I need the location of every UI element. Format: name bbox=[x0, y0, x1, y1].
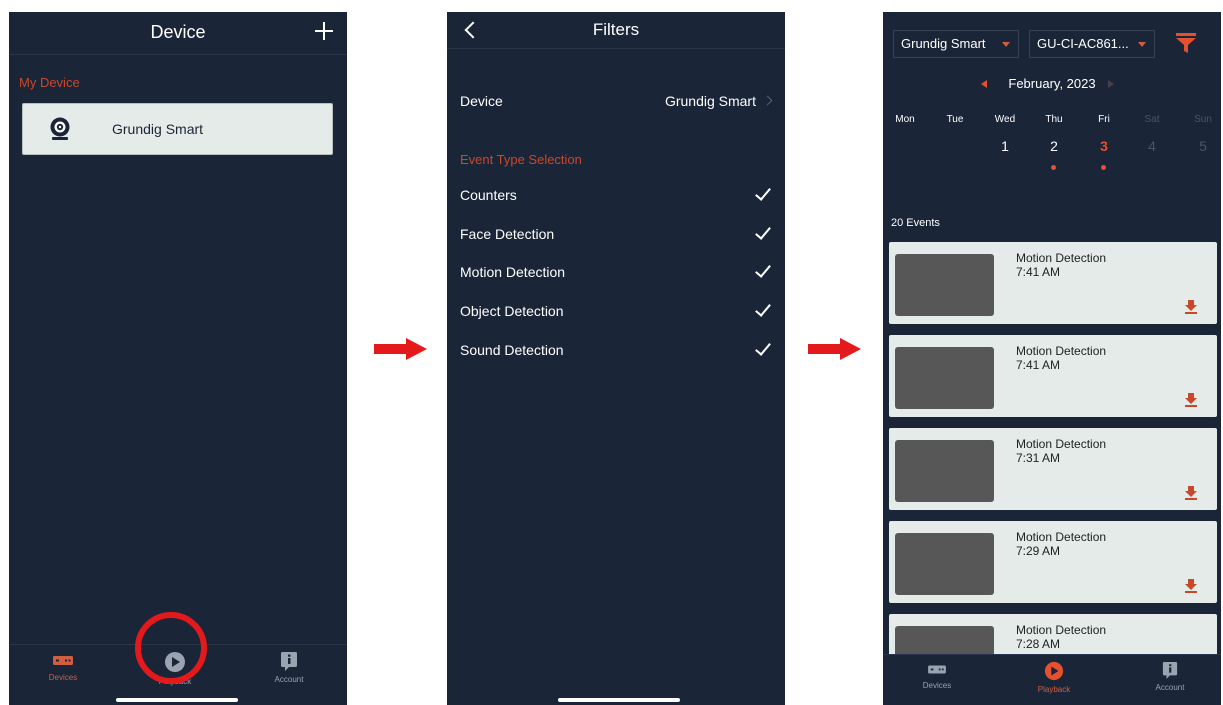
event-thumbnail[interactable] bbox=[895, 254, 994, 316]
weekday-label: Fri bbox=[1098, 114, 1110, 125]
device-card[interactable]: Grundig Smart bbox=[22, 103, 333, 155]
event-title: Motion Detection bbox=[1016, 530, 1107, 544]
chevron-right-icon bbox=[762, 95, 773, 106]
tab-bar: Devices Playback Account bbox=[883, 654, 1221, 705]
weekday-label: Mon bbox=[895, 114, 915, 125]
event-title: Motion Detection bbox=[1016, 251, 1107, 265]
event-count: 20 Events bbox=[891, 217, 940, 229]
event-card[interactable]: Motion Detection 7:41 AM bbox=[889, 242, 1217, 324]
event-type-label: Object Detection bbox=[460, 303, 564, 319]
device-screen: Device My Device Grundig Smart Devices P… bbox=[9, 12, 347, 705]
download-icon[interactable] bbox=[1185, 393, 1197, 407]
event-time: 7:31 AM bbox=[1016, 451, 1061, 465]
event-dot bbox=[1101, 165, 1106, 170]
page-title: Filters bbox=[592, 20, 640, 39]
device-header: Device bbox=[9, 12, 347, 55]
tab-account[interactable]: Account bbox=[1130, 661, 1210, 692]
download-icon[interactable] bbox=[1185, 579, 1197, 593]
event-time: 7:41 AM bbox=[1016, 358, 1061, 372]
next-month-icon[interactable] bbox=[1108, 80, 1114, 88]
tab-account-label: Account bbox=[274, 675, 304, 684]
event-type-label: Face Detection bbox=[460, 226, 555, 242]
calendar-day[interactable]: 2 bbox=[1039, 138, 1069, 154]
tab-devices[interactable]: Devices bbox=[897, 661, 977, 690]
page-title: Device bbox=[150, 22, 206, 42]
calendar-day-selected[interactable]: 3 bbox=[1089, 138, 1119, 154]
home-indicator bbox=[558, 698, 680, 702]
calendar-day[interactable]: 1 bbox=[990, 138, 1020, 154]
home-indicator bbox=[116, 698, 238, 702]
device-select-value: Grundig Smart bbox=[901, 36, 986, 51]
event-card[interactable]: Motion Detection 7:41 AM bbox=[889, 335, 1217, 417]
event-type-label: Sound Detection bbox=[460, 342, 564, 358]
tab-devices-label: Devices bbox=[48, 673, 78, 682]
weekday-label: Sun bbox=[1194, 114, 1212, 125]
event-type-row[interactable]: Face Detection bbox=[460, 223, 771, 246]
event-card[interactable]: Motion Detection 7:31 AM bbox=[889, 428, 1217, 510]
tab-devices[interactable]: Devices bbox=[23, 651, 103, 682]
device-select[interactable]: Grundig Smart bbox=[893, 30, 1019, 58]
filters-screen: Filters Device Grundig Smart Event Type … bbox=[447, 12, 785, 705]
calendar-day[interactable]: 5 bbox=[1188, 138, 1218, 154]
section-label: Event Type Selection bbox=[460, 152, 582, 167]
download-icon[interactable] bbox=[1185, 300, 1197, 314]
devices-icon bbox=[928, 665, 946, 674]
weekday-label: Sat bbox=[1144, 114, 1160, 125]
caret-down-icon bbox=[1138, 42, 1146, 47]
event-time: 7:29 AM bbox=[1016, 544, 1061, 558]
section-label: My Device bbox=[19, 75, 80, 90]
event-time: 7:28 AM bbox=[1016, 637, 1061, 651]
camera-icon bbox=[50, 117, 70, 140]
event-type-label: Counters bbox=[460, 187, 517, 203]
camera-select[interactable]: GU-CI-AC861... bbox=[1029, 30, 1155, 58]
event-type-row[interactable]: Object Detection bbox=[460, 300, 771, 323]
month-label: February, 2023 bbox=[1008, 76, 1096, 91]
playback-highlight-circle bbox=[135, 612, 207, 684]
event-title: Motion Detection bbox=[1016, 623, 1107, 637]
device-value: Grundig Smart bbox=[664, 93, 756, 109]
weekday-label: Thu bbox=[1045, 114, 1063, 125]
event-time: 7:41 AM bbox=[1016, 265, 1061, 279]
event-type-label: Motion Detection bbox=[460, 264, 566, 280]
tab-playback[interactable]: Playback bbox=[1014, 661, 1094, 694]
device-name: Grundig Smart bbox=[112, 121, 204, 137]
checkmark-icon bbox=[755, 184, 771, 201]
playback-icon bbox=[1044, 661, 1064, 681]
event-thumbnail[interactable] bbox=[895, 533, 994, 595]
weekday-label: Wed bbox=[994, 114, 1016, 125]
event-type-row[interactable]: Counters bbox=[460, 184, 771, 207]
event-type-row[interactable]: Sound Detection bbox=[460, 339, 771, 362]
checkmark-icon bbox=[755, 300, 771, 317]
tab-account-label: Account bbox=[1155, 683, 1185, 692]
tab-account[interactable]: Account bbox=[249, 651, 329, 684]
arrow-right-icon bbox=[808, 338, 861, 360]
checkmark-icon bbox=[755, 223, 771, 240]
tab-devices-label: Devices bbox=[922, 681, 952, 690]
playback-screen: Grundig Smart GU-CI-AC861... February, 2… bbox=[883, 12, 1221, 705]
event-title: Motion Detection bbox=[1016, 344, 1107, 358]
devices-icon bbox=[53, 656, 73, 665]
checkmark-icon bbox=[755, 339, 771, 356]
weekday-label: Tue bbox=[946, 114, 964, 125]
event-thumbnail[interactable] bbox=[895, 440, 994, 502]
checkmark-icon bbox=[755, 261, 771, 278]
device-row[interactable]: Device Grundig Smart bbox=[460, 93, 773, 113]
account-icon bbox=[1162, 662, 1178, 679]
download-icon[interactable] bbox=[1185, 486, 1197, 500]
calendar-day[interactable]: 4 bbox=[1137, 138, 1167, 154]
event-dot bbox=[1051, 165, 1056, 170]
event-type-row[interactable]: Motion Detection bbox=[460, 261, 771, 284]
camera-select-value: GU-CI-AC861... bbox=[1037, 36, 1129, 51]
add-device-icon[interactable] bbox=[315, 22, 333, 40]
arrow-right-icon bbox=[374, 338, 427, 360]
tab-playback-label: Playback bbox=[1037, 685, 1071, 694]
event-thumbnail[interactable] bbox=[895, 347, 994, 409]
device-label: Device bbox=[460, 93, 503, 109]
filters-header: Filters bbox=[447, 12, 785, 49]
caret-down-icon bbox=[1002, 42, 1010, 47]
event-title: Motion Detection bbox=[1016, 437, 1107, 451]
event-card[interactable]: Motion Detection 7:29 AM bbox=[889, 521, 1217, 603]
account-icon bbox=[281, 652, 297, 671]
filter-icon[interactable] bbox=[1175, 32, 1197, 54]
